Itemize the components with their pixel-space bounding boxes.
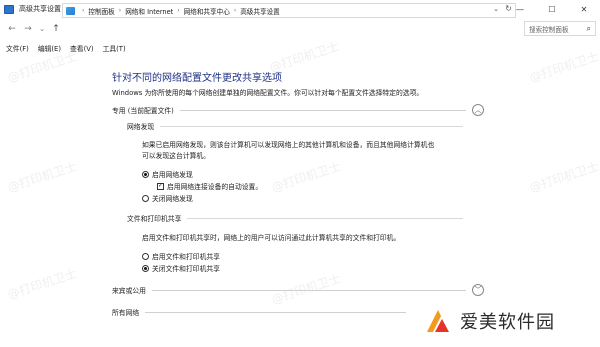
file-sharing-off-option[interactable]: 关闭文件和打印机共享 — [142, 263, 220, 273]
watermark: @打印机卫士 — [269, 159, 343, 195]
address-bar[interactable]: › 控制面板 › 网络和 Internet › 网络和共享中心 › 高级共享设置… — [62, 3, 516, 18]
watermark: @打印机卫士 — [527, 159, 600, 195]
window-title: 高级共享设置 — [19, 5, 61, 13]
network-discovery-label: 网络发现 — [127, 123, 155, 131]
radio-button[interactable] — [142, 194, 149, 202]
breadcrumb-network-internet[interactable]: 网络和 Internet — [125, 6, 173, 16]
option-label: 启用文件和打印机共享 — [152, 253, 220, 261]
menu-view[interactable]: 查看(V) — [70, 43, 94, 53]
chevron-right-icon: › — [177, 7, 180, 14]
file-printer-sharing-description: 启用文件和打印机共享时，网络上的用户可以访问通过此计算机共享的文件和打印机。 — [142, 234, 401, 242]
network-discovery-off-option[interactable]: 关闭网络发现 — [142, 193, 193, 203]
menu-bar: 文件(F) 编辑(E) 查看(V) 工具(T) — [0, 41, 600, 54]
search-input[interactable]: 搜索控制面板 ⌕ — [524, 21, 596, 36]
guest-public-label: 来宾或公用 — [112, 287, 146, 295]
chevron-right-icon: › — [118, 7, 122, 14]
breadcrumb-advanced-sharing[interactable]: 高级共享设置 — [240, 6, 280, 16]
private-profile-label: 专用 (当前配置文件) — [112, 107, 174, 115]
recent-locations-chevron-icon[interactable]: ⌄ — [36, 22, 48, 36]
file-printer-sharing-header: 文件和打印机共享 — [127, 212, 463, 224]
file-sharing-on-option[interactable]: 启用文件和打印机共享 — [142, 251, 220, 261]
breadcrumb-control-panel[interactable]: 控制面板 — [88, 6, 114, 16]
logo-text: 爱美软件园 — [460, 312, 555, 333]
divider — [145, 311, 406, 313]
option-label: 关闭网络发现 — [152, 195, 193, 203]
chevron-right-icon: › — [233, 7, 237, 14]
guest-public-section[interactable]: 来宾或公用 ﹀ — [112, 283, 484, 297]
refresh-icon[interactable]: ↻ — [505, 4, 512, 13]
forward-arrow-icon[interactable]: → — [22, 22, 34, 36]
back-arrow-icon[interactable]: ← — [6, 22, 18, 36]
option-label: 启用网络发现 — [152, 171, 193, 179]
divider — [187, 217, 463, 219]
menu-tools[interactable]: 工具(T) — [103, 43, 126, 53]
chevron-down-icon[interactable]: ﹀ — [472, 284, 484, 296]
divider — [179, 109, 466, 111]
page-title: 针对不同的网络配置文件更改共享选项 — [112, 73, 282, 84]
site-logo: 爱美软件园 — [424, 307, 555, 335]
divider — [151, 289, 466, 291]
private-profile-section[interactable]: 专用 (当前配置文件) ︿ — [112, 103, 484, 117]
control-panel-icon — [66, 6, 75, 15]
all-networks-label: 所有网络 — [112, 309, 140, 317]
breadcrumb-network-sharing-center[interactable]: 网络和共享中心 — [184, 6, 230, 16]
search-icon[interactable]: ⌕ — [587, 24, 591, 34]
option-label: 启用网络连接设备的自动设置。 — [167, 183, 263, 191]
checkbox[interactable]: ✓ — [157, 182, 164, 190]
up-arrow-icon[interactable]: ↑ — [50, 22, 62, 36]
menu-file[interactable]: 文件(F) — [6, 43, 29, 53]
description-line: 可以发现这台计算机。 — [142, 152, 210, 160]
logo-mark-icon — [427, 310, 449, 332]
option-label: 关闭文件和打印机共享 — [152, 265, 220, 273]
navigation-bar: ← → ⌄ ↑ — [0, 18, 600, 40]
radio-button[interactable] — [142, 264, 149, 272]
auto-setup-option[interactable]: ✓ 启用网络连接设备的自动设置。 — [157, 181, 262, 191]
network-discovery-on-option[interactable]: 启用网络发现 — [142, 169, 193, 179]
network-discovery-header: 网络发现 — [127, 120, 463, 132]
address-dropdown-icon[interactable]: ⌄ — [493, 5, 499, 13]
radio-button[interactable] — [142, 252, 149, 260]
menu-edit[interactable]: 编辑(E) — [38, 43, 61, 53]
divider — [160, 125, 463, 127]
chevron-up-icon[interactable]: ︿ — [472, 104, 484, 116]
maximize-button[interactable]: ☐ — [536, 0, 568, 18]
page-subtitle: Windows 为你所使用的每个网络创建单独的网络配置文件。你可以针对每个配置文… — [112, 89, 424, 97]
window-controls: — ☐ ✕ — [504, 0, 600, 18]
chevron-right-icon: › — [82, 7, 85, 14]
watermark: @打印机卫士 — [5, 266, 79, 302]
control-panel-icon — [4, 4, 14, 14]
radio-button[interactable] — [142, 170, 149, 178]
description-line: 如果已启用网络发现，则该台计算机可以发现网络上的其他计算机和设备，而且其他网络计… — [142, 141, 435, 149]
search-placeholder: 搜索控制面板 — [529, 25, 569, 34]
watermark: @打印机卫士 — [5, 159, 79, 195]
network-discovery-description: 如果已启用网络发现，则该台计算机可以发现网络上的其他计算机和设备，而且其他网络计… — [142, 140, 434, 162]
file-printer-sharing-label: 文件和打印机共享 — [127, 215, 182, 223]
close-button[interactable]: ✕ — [568, 0, 600, 18]
all-networks-section[interactable]: 所有网络 — [112, 305, 412, 319]
